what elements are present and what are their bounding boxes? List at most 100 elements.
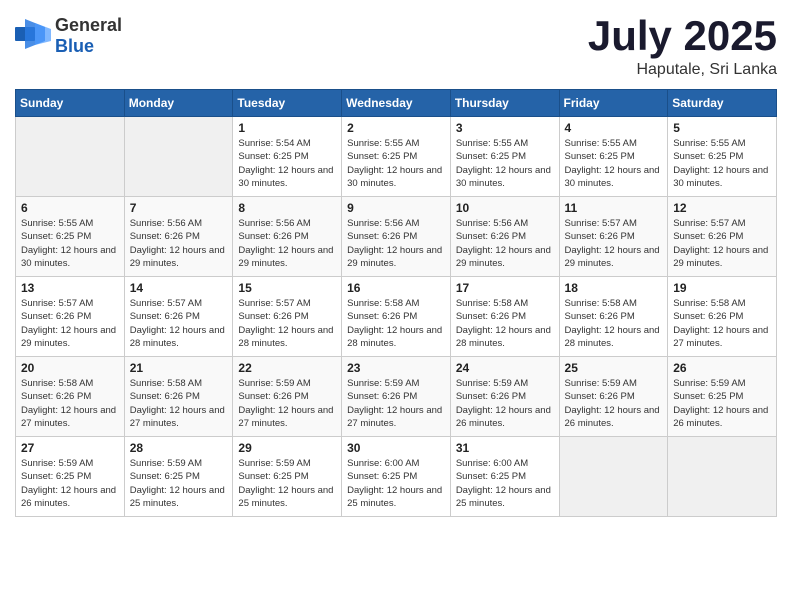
calendar-cell: 27Sunrise: 5:59 AM Sunset: 6:25 PM Dayli… bbox=[16, 437, 125, 517]
calendar-table: Sunday Monday Tuesday Wednesday Thursday… bbox=[15, 89, 777, 517]
calendar-cell: 25 Sunrise: 5:59 AM Sunset: 6:26 PM Dayli… bbox=[559, 357, 668, 437]
day-info: Sunrise: 5:59 AM Sunset: 6:26 PM Dayligh… bbox=[565, 377, 663, 430]
calendar-cell: 20Sunrise: 5:58 AM Sunset: 6:26 PM Dayli… bbox=[16, 357, 125, 437]
calendar-cell: 16Sunrise: 5:58 AM Sunset: 6:26 PM Dayli… bbox=[342, 277, 451, 357]
day-number: 7 bbox=[130, 201, 228, 215]
calendar-cell: 17 Sunrise: 5:58 AM Sunset: 6:26 PM Dayli… bbox=[450, 277, 559, 357]
calendar-cell: 7 Sunrise: 5:56 AM Sunset: 6:26 PM Daylig… bbox=[124, 197, 233, 277]
day-info: Sunrise: 6:00 AM Sunset: 6:25 PM Dayligh… bbox=[456, 457, 554, 510]
day-info: Sunrise: 5:56 AM Sunset: 6:26 PM Dayligh… bbox=[238, 217, 336, 270]
day-number: 6 bbox=[21, 201, 119, 215]
calendar-cell: 6 Sunrise: 5:55 AM Sunset: 6:25 PM Daylig… bbox=[16, 197, 125, 277]
day-number: 26 bbox=[673, 361, 771, 375]
col-monday: Monday bbox=[124, 90, 233, 117]
day-info: Sunrise: 5:59 AM Sunset: 6:26 PM Dayligh… bbox=[456, 377, 554, 430]
calendar-cell bbox=[124, 117, 233, 197]
calendar-cell: 4Sunrise: 5:55 AM Sunset: 6:25 PM Daylig… bbox=[559, 117, 668, 197]
day-number: 18 bbox=[565, 281, 663, 295]
calendar-cell: 10 Sunrise: 5:56 AM Sunset: 6:26 PM Dayli… bbox=[450, 197, 559, 277]
day-info: Sunrise: 5:58 AM Sunset: 6:26 PM Dayligh… bbox=[456, 297, 554, 350]
calendar-cell: 18 Sunrise: 5:58 AM Sunset: 6:26 PM Dayli… bbox=[559, 277, 668, 357]
location-subtitle: Haputale, Sri Lanka bbox=[588, 61, 777, 79]
day-info: Sunrise: 5:55 AM Sunset: 6:25 PM Dayligh… bbox=[21, 217, 119, 270]
day-info: Sunrise: 5:55 AM Sunset: 6:25 PM Dayligh… bbox=[673, 137, 771, 190]
day-number: 17 bbox=[456, 281, 554, 295]
day-number: 25 bbox=[565, 361, 663, 375]
calendar-cell bbox=[16, 117, 125, 197]
day-info: Sunrise: 5:55 AM Sunset: 6:25 PM Dayligh… bbox=[565, 137, 663, 190]
col-sunday: Sunday bbox=[16, 90, 125, 117]
col-tuesday: Tuesday bbox=[233, 90, 342, 117]
calendar-week-3: 13 Sunrise: 5:57 AM Sunset: 6:26 PM Dayli… bbox=[16, 277, 777, 357]
col-saturday: Saturday bbox=[668, 90, 777, 117]
day-number: 9 bbox=[347, 201, 445, 215]
day-info: Sunrise: 5:56 AM Sunset: 6:26 PM Dayligh… bbox=[456, 217, 554, 270]
day-info: Sunrise: 5:57 AM Sunset: 6:26 PM Dayligh… bbox=[238, 297, 336, 350]
calendar-cell: 22 Sunrise: 5:59 AM Sunset: 6:26 PM Dayli… bbox=[233, 357, 342, 437]
calendar-cell: 24 Sunrise: 5:59 AM Sunset: 6:26 PM Dayli… bbox=[450, 357, 559, 437]
day-info: Sunrise: 6:00 AM Sunset: 6:25 PM Dayligh… bbox=[347, 457, 445, 510]
day-number: 24 bbox=[456, 361, 554, 375]
title-block: July 2025 Haputale, Sri Lanka bbox=[588, 15, 777, 79]
col-wednesday: Wednesday bbox=[342, 90, 451, 117]
calendar-cell: 3 Sunrise: 5:55 AM Sunset: 6:25 PM Daylig… bbox=[450, 117, 559, 197]
calendar-cell: 31 Sunrise: 6:00 AM Sunset: 6:25 PM Dayli… bbox=[450, 437, 559, 517]
calendar-body: 1 Sunrise: 5:54 AM Sunset: 6:25 PM Daylig… bbox=[16, 117, 777, 517]
col-thursday: Thursday bbox=[450, 90, 559, 117]
col-friday: Friday bbox=[559, 90, 668, 117]
calendar-cell: 28Sunrise: 5:59 AM Sunset: 6:25 PM Dayli… bbox=[124, 437, 233, 517]
logo: General Blue bbox=[15, 15, 122, 57]
day-info: Sunrise: 5:57 AM Sunset: 6:26 PM Dayligh… bbox=[130, 297, 228, 350]
calendar-cell: 21Sunrise: 5:58 AM Sunset: 6:26 PM Dayli… bbox=[124, 357, 233, 437]
day-info: Sunrise: 5:58 AM Sunset: 6:26 PM Dayligh… bbox=[347, 297, 445, 350]
day-number: 29 bbox=[238, 441, 336, 455]
calendar-week-4: 20 Sunrise: 5:58 AM Sunset: 6:26 PM Dayli… bbox=[16, 357, 777, 437]
calendar-cell: 19Sunrise: 5:58 AM Sunset: 6:26 PM Dayli… bbox=[668, 277, 777, 357]
day-number: 20 bbox=[21, 361, 119, 375]
day-info: Sunrise: 5:57 AM Sunset: 6:26 PM Dayligh… bbox=[673, 217, 771, 270]
day-number: 2 bbox=[347, 121, 445, 135]
calendar-cell: 2 Sunrise: 5:55 AM Sunset: 6:25 PM Daylig… bbox=[342, 117, 451, 197]
page-header: General Blue July 2025 Haputale, Sri Lan… bbox=[15, 15, 777, 79]
day-info: Sunrise: 5:57 AM Sunset: 6:26 PM Dayligh… bbox=[21, 297, 119, 350]
calendar-cell bbox=[559, 437, 668, 517]
day-number: 1 bbox=[238, 121, 336, 135]
day-number: 23 bbox=[347, 361, 445, 375]
calendar-cell: 13 Sunrise: 5:57 AM Sunset: 6:26 PM Dayli… bbox=[16, 277, 125, 357]
day-number: 13 bbox=[21, 281, 119, 295]
calendar-cell: 9 Sunrise: 5:56 AM Sunset: 6:26 PM Daylig… bbox=[342, 197, 451, 277]
day-info: Sunrise: 5:56 AM Sunset: 6:26 PM Dayligh… bbox=[347, 217, 445, 270]
day-number: 3 bbox=[456, 121, 554, 135]
calendar-week-2: 6 Sunrise: 5:55 AM Sunset: 6:25 PM Daylig… bbox=[16, 197, 777, 277]
day-info: Sunrise: 5:54 AM Sunset: 6:25 PM Dayligh… bbox=[238, 137, 336, 190]
day-info: Sunrise: 5:58 AM Sunset: 6:26 PM Dayligh… bbox=[130, 377, 228, 430]
calendar-cell: 12 Sunrise: 5:57 AM Sunset: 6:26 PM Dayli… bbox=[668, 197, 777, 277]
day-number: 10 bbox=[456, 201, 554, 215]
calendar-cell: 15 Sunrise: 5:57 AM Sunset: 6:26 PM Dayli… bbox=[233, 277, 342, 357]
day-number: 12 bbox=[673, 201, 771, 215]
logo-text: General Blue bbox=[55, 15, 122, 57]
day-info: Sunrise: 5:58 AM Sunset: 6:26 PM Dayligh… bbox=[673, 297, 771, 350]
day-number: 14 bbox=[130, 281, 228, 295]
day-info: Sunrise: 5:59 AM Sunset: 6:26 PM Dayligh… bbox=[238, 377, 336, 430]
day-info: Sunrise: 5:58 AM Sunset: 6:26 PM Dayligh… bbox=[565, 297, 663, 350]
day-info: Sunrise: 5:59 AM Sunset: 6:25 PM Dayligh… bbox=[21, 457, 119, 510]
day-number: 15 bbox=[238, 281, 336, 295]
header-row: Sunday Monday Tuesday Wednesday Thursday… bbox=[16, 90, 777, 117]
calendar-cell: 11Sunrise: 5:57 AM Sunset: 6:26 PM Dayli… bbox=[559, 197, 668, 277]
day-number: 28 bbox=[130, 441, 228, 455]
day-info: Sunrise: 5:55 AM Sunset: 6:25 PM Dayligh… bbox=[347, 137, 445, 190]
day-number: 22 bbox=[238, 361, 336, 375]
logo-graphic bbox=[15, 19, 51, 54]
day-info: Sunrise: 5:59 AM Sunset: 6:26 PM Dayligh… bbox=[347, 377, 445, 430]
calendar-header: Sunday Monday Tuesday Wednesday Thursday… bbox=[16, 90, 777, 117]
calendar-cell: 26 Sunrise: 5:59 AM Sunset: 6:25 PM Dayli… bbox=[668, 357, 777, 437]
day-info: Sunrise: 5:56 AM Sunset: 6:26 PM Dayligh… bbox=[130, 217, 228, 270]
logo-blue: Blue bbox=[55, 36, 94, 56]
day-info: Sunrise: 5:57 AM Sunset: 6:26 PM Dayligh… bbox=[565, 217, 663, 270]
day-number: 31 bbox=[456, 441, 554, 455]
calendar-cell: 1 Sunrise: 5:54 AM Sunset: 6:25 PM Daylig… bbox=[233, 117, 342, 197]
calendar-cell: 29Sunrise: 5:59 AM Sunset: 6:25 PM Dayli… bbox=[233, 437, 342, 517]
day-info: Sunrise: 5:55 AM Sunset: 6:25 PM Dayligh… bbox=[456, 137, 554, 190]
day-info: Sunrise: 5:59 AM Sunset: 6:25 PM Dayligh… bbox=[673, 377, 771, 430]
